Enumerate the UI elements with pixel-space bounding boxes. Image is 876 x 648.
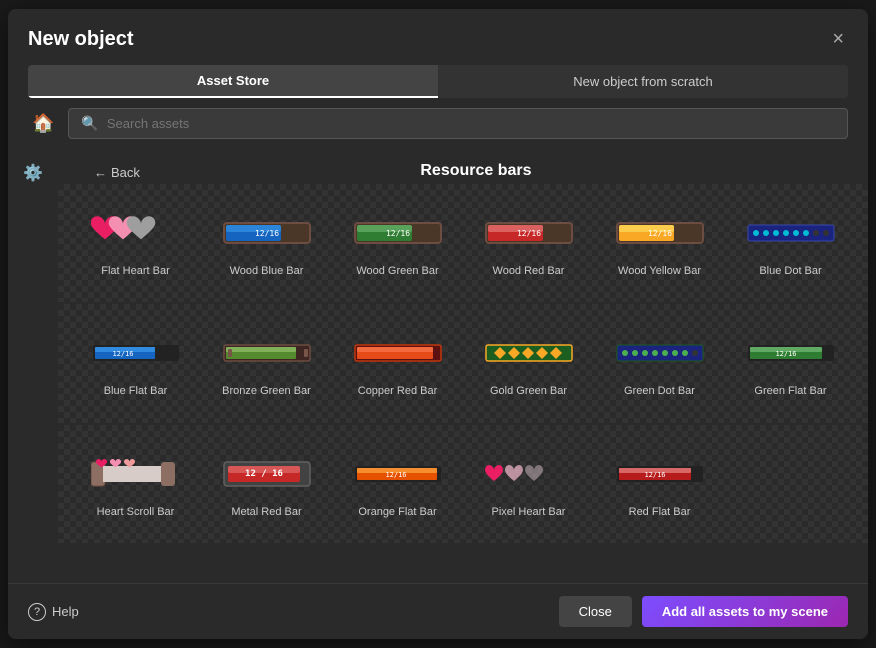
svg-text:12/16: 12/16 [112,350,133,358]
list-item[interactable]: 12/16 Red Flat Bar [598,441,721,527]
list-item[interactable]: Gold Green Bar [467,320,590,406]
grid-section-2: 12/16 Blue Flat Bar [58,304,868,422]
asset-label: Blue Flat Bar [104,384,168,398]
tab-new-object[interactable]: New object from scratch [438,65,848,98]
list-item[interactable]: 12/16 Wood Yellow Bar [598,200,721,286]
toolbar: 🏠 🔍 [8,98,868,149]
main-content: ← Back Resource bars [58,149,868,583]
close-button[interactable]: Close [559,596,632,627]
list-item[interactable]: 12/16 Wood Green Bar [336,200,459,286]
list-item[interactable]: 12/16 Wood Red Bar [467,200,590,286]
help-button[interactable]: ? Help [28,603,79,621]
filter-button[interactable]: ⚙️ [17,157,49,189]
list-item[interactable]: 12 / 16 Metal Red Bar [205,441,328,527]
asset-label: Red Flat Bar [629,505,691,519]
asset-preview: 12/16 [741,328,841,378]
list-item[interactable]: Flat Heart Bar [74,200,197,286]
content-area: ⚙️ ← Back Resource bars [8,149,868,583]
asset-preview [479,449,579,499]
svg-text:12/16: 12/16 [644,471,665,479]
asset-label: Heart Scroll Bar [97,505,175,519]
search-icon: 🔍 [81,115,98,132]
close-modal-button[interactable]: × [828,25,848,53]
search-input[interactable] [107,116,835,131]
modal-header: New object × [8,9,868,53]
asset-label: Flat Heart Bar [101,264,169,278]
asset-preview: 12/16 [348,449,448,499]
asset-label: Wood Green Bar [356,264,438,278]
asset-label: Pixel Heart Bar [492,505,566,519]
asset-preview [610,328,710,378]
asset-label: Metal Red Bar [231,505,301,519]
grid-section-3: Heart Scroll Bar 12 / 16 [58,425,868,543]
asset-preview [86,449,186,499]
asset-preview [217,328,317,378]
svg-text:12/16: 12/16 [254,229,278,238]
list-item[interactable]: Pixel Heart Bar [467,441,590,527]
modal: New object × Asset Store New object from… [8,9,868,639]
list-item[interactable]: 12/16 Blue Flat Bar [74,320,197,406]
home-button[interactable]: 🏠 [28,109,58,138]
asset-label: Orange Flat Bar [358,505,436,519]
asset-label: Wood Blue Bar [230,264,304,278]
list-item[interactable]: Blue Dot Bar [729,200,852,286]
asset-preview: 12/16 [610,449,710,499]
modal-title: New object [28,28,134,51]
list-item[interactable]: Heart Scroll Bar [74,441,197,527]
search-box: 🔍 [68,108,848,139]
asset-label: Copper Red Bar [358,384,438,398]
asset-preview: 12/16 [217,208,317,258]
list-item[interactable]: Copper Red Bar [336,320,459,406]
svg-text:12/16: 12/16 [385,471,406,479]
tab-bar: Asset Store New object from scratch [28,65,848,98]
help-label: Help [52,604,79,619]
asset-label: Bronze Green Bar [222,384,311,398]
asset-grid-1: Flat Heart Bar 12/16 [74,200,852,286]
asset-grid-3: Heart Scroll Bar 12 / 16 [74,441,852,527]
footer-buttons: Close Add all assets to my scene [559,596,848,627]
list-item[interactable]: Green Dot Bar [598,320,721,406]
grid-section-1: Flat Heart Bar 12/16 [58,184,868,302]
asset-preview [741,208,841,258]
list-item[interactable]: 12/16 Green Flat Bar [729,320,852,406]
asset-label: Gold Green Bar [490,384,567,398]
svg-text:12/16: 12/16 [385,229,409,238]
footer: ? Help Close Add all assets to my scene [8,583,868,639]
asset-label: Blue Dot Bar [759,264,821,278]
list-item[interactable]: 12/16 Wood Blue Bar [205,200,328,286]
back-arrow-icon: ← [94,165,107,180]
asset-preview: 12/16 [479,208,579,258]
asset-preview [348,328,448,378]
svg-text:12/16: 12/16 [647,229,671,238]
asset-label: Green Flat Bar [754,384,826,398]
list-item[interactable]: Bronze Green Bar [205,320,328,406]
asset-preview [479,328,579,378]
svg-text:12 / 16: 12 / 16 [245,469,283,479]
asset-preview: 12/16 [348,208,448,258]
add-all-button[interactable]: Add all assets to my scene [642,596,848,627]
asset-label: Green Dot Bar [624,384,695,398]
left-panel: ⚙️ [8,149,58,583]
svg-text:12/16: 12/16 [775,350,796,358]
asset-preview: 12/16 [610,208,710,258]
tab-asset-store[interactable]: Asset Store [28,65,438,98]
asset-preview: 12 / 16 [217,449,317,499]
back-button[interactable]: ← Back [74,157,160,184]
asset-preview: 12/16 [86,328,186,378]
help-icon: ? [28,603,46,621]
svg-text:12/16: 12/16 [516,229,540,238]
asset-label: Wood Yellow Bar [618,264,701,278]
asset-preview [86,208,186,258]
asset-grid-2: 12/16 Blue Flat Bar [74,320,852,406]
list-item[interactable]: 12/16 Orange Flat Bar [336,441,459,527]
asset-label: Wood Red Bar [493,264,565,278]
